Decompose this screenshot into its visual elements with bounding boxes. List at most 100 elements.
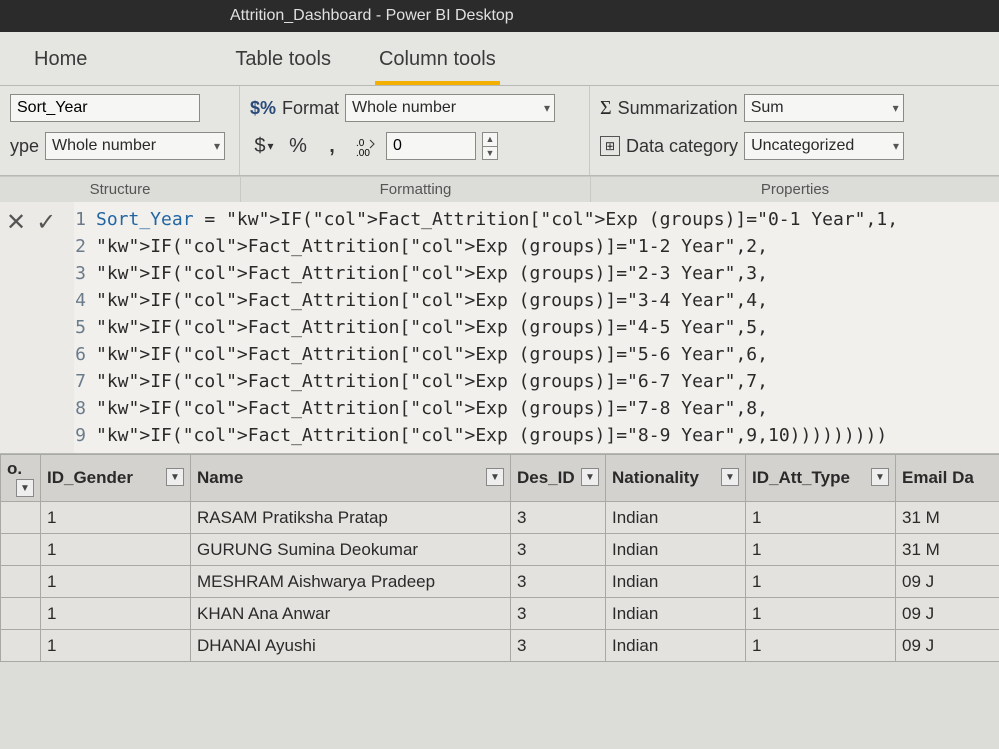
filter-icon[interactable]: ▼ [581, 468, 599, 486]
category-label: Data category [626, 136, 738, 157]
cell-nationality[interactable]: Indian [606, 502, 746, 534]
cell-email-date[interactable]: 09 J [896, 566, 999, 598]
cell-id-gender[interactable]: 1 [41, 630, 191, 662]
cell-name[interactable]: MESHRAM Aishwarya Pradeep [191, 566, 511, 598]
cell-id-gender[interactable]: 1 [41, 502, 191, 534]
decimals-input[interactable] [386, 132, 476, 160]
col-header-id-gender[interactable]: ID_Gender▼ [41, 455, 191, 502]
cell-email-date[interactable]: 31 M [896, 534, 999, 566]
commit-formula-button[interactable]: ✓ [36, 208, 56, 237]
cell-id-att-type[interactable]: 1 [746, 534, 896, 566]
summarization-value: Sum [751, 99, 784, 117]
datatype-label-fragment: ype [10, 136, 39, 157]
cell-name[interactable]: DHANAI Ayushi [191, 630, 511, 662]
cell-id-att-type[interactable]: 1 [746, 566, 896, 598]
cell-des-id[interactable]: 3 [511, 502, 606, 534]
column-name-input[interactable] [10, 94, 200, 122]
format-label: Format [282, 98, 339, 119]
formula-line[interactable]: 8"kw">IF("col">Fact_Attrition["col">Exp … [74, 395, 999, 422]
formula-line[interactable]: 5"kw">IF("col">Fact_Attrition["col">Exp … [74, 314, 999, 341]
datatype-select[interactable]: Whole number [45, 132, 225, 160]
summarization-select[interactable]: Sum [744, 94, 904, 122]
col-header-nationality[interactable]: Nationality▼ [606, 455, 746, 502]
data-grid-wrap: o.▼ ID_Gender▼ Name▼ Des_ID▼ Nationality… [0, 454, 999, 662]
format-select[interactable]: Whole number [345, 94, 555, 122]
line-number: 4 [74, 287, 96, 314]
table-row[interactable]: 1GURUNG Sumina Deokumar3Indian131 M [1, 534, 999, 566]
percent-button[interactable]: % [284, 132, 312, 160]
caption-structure: Structure [0, 177, 240, 202]
category-value: Uncategorized [751, 137, 854, 155]
cell-nationality[interactable]: Indian [606, 534, 746, 566]
line-number: 6 [74, 341, 96, 368]
formula-line[interactable]: 1Sort_Year = "kw">IF("col">Fact_Attritio… [74, 206, 999, 233]
formula-line[interactable]: 7"kw">IF("col">Fact_Attrition["col">Exp … [74, 368, 999, 395]
col-header-email-date[interactable]: Email Da [896, 455, 999, 502]
col-header-id-att-type[interactable]: ID_Att_Type▼ [746, 455, 896, 502]
cell-des-id[interactable]: 3 [511, 534, 606, 566]
cell-id-att-type[interactable]: 1 [746, 630, 896, 662]
filter-icon[interactable]: ▼ [16, 479, 34, 497]
format-percent-icon: $% [250, 98, 276, 119]
table-row[interactable]: 1DHANAI Ayushi3Indian109 J [1, 630, 999, 662]
cell-des-id[interactable]: 3 [511, 598, 606, 630]
col-header-des-id[interactable]: Des_ID▼ [511, 455, 606, 502]
decimals-spinner[interactable]: ▲▼ [482, 132, 498, 160]
cell-id-att-type[interactable]: 1 [746, 598, 896, 630]
cell-nationality[interactable]: Indian [606, 598, 746, 630]
filter-icon[interactable]: ▼ [871, 468, 889, 486]
cell-id-gender[interactable]: 1 [41, 566, 191, 598]
data-grid[interactable]: o.▼ ID_Gender▼ Name▼ Des_ID▼ Nationality… [0, 454, 999, 662]
cell-id-att-type[interactable]: 1 [746, 502, 896, 534]
decimals-icon: .0.00 [352, 132, 380, 160]
cell-no[interactable] [1, 534, 41, 566]
cell-name[interactable]: KHAN Ana Anwar [191, 598, 511, 630]
cell-nationality[interactable]: Indian [606, 566, 746, 598]
group-formatting: $% Format Whole number $▾ % , .0.00 ▲▼ [240, 86, 590, 175]
table-row[interactable]: 1RASAM Pratiksha Pratap3Indian131 M [1, 502, 999, 534]
cell-id-gender[interactable]: 1 [41, 534, 191, 566]
caption-properties: Properties [590, 177, 999, 202]
cell-email-date[interactable]: 09 J [896, 630, 999, 662]
tab-column-tools[interactable]: Column tools [375, 38, 500, 85]
formula-line[interactable]: 4"kw">IF("col">Fact_Attrition["col">Exp … [74, 287, 999, 314]
cell-des-id[interactable]: 3 [511, 566, 606, 598]
cell-no[interactable] [1, 630, 41, 662]
tab-table-tools[interactable]: Table tools [231, 38, 335, 85]
ribbon-body: ype Whole number $% Format Whole number … [0, 86, 999, 176]
line-number: 1 [74, 206, 96, 233]
cell-id-gender[interactable]: 1 [41, 598, 191, 630]
header-row: o.▼ ID_Gender▼ Name▼ Des_ID▼ Nationality… [1, 455, 999, 502]
currency-button[interactable]: $▾ [250, 132, 278, 160]
cell-name[interactable]: RASAM Pratiksha Pratap [191, 502, 511, 534]
formula-line[interactable]: 3"kw">IF("col">Fact_Attrition["col">Exp … [74, 260, 999, 287]
cell-name[interactable]: GURUNG Sumina Deokumar [191, 534, 511, 566]
cell-nationality[interactable]: Indian [606, 630, 746, 662]
cell-no[interactable] [1, 502, 41, 534]
col-header-no[interactable]: o.▼ [1, 455, 41, 502]
formula-editor[interactable]: 1Sort_Year = "kw">IF("col">Fact_Attritio… [74, 202, 999, 453]
cell-email-date[interactable]: 31 M [896, 502, 999, 534]
cell-no[interactable] [1, 598, 41, 630]
filter-icon[interactable]: ▼ [166, 468, 184, 486]
thousands-button[interactable]: , [318, 132, 346, 160]
format-value: Whole number [352, 99, 456, 117]
category-select[interactable]: Uncategorized [744, 132, 904, 160]
cell-email-date[interactable]: 09 J [896, 598, 999, 630]
formula-line[interactable]: 6"kw">IF("col">Fact_Attrition["col">Exp … [74, 341, 999, 368]
cell-no[interactable] [1, 566, 41, 598]
window-title: Attrition_Dashboard - Power BI Desktop [230, 7, 514, 25]
table-row[interactable]: 1MESHRAM Aishwarya Pradeep3Indian109 J [1, 566, 999, 598]
line-number: 7 [74, 368, 96, 395]
filter-icon[interactable]: ▼ [486, 468, 504, 486]
col-header-name[interactable]: Name▼ [191, 455, 511, 502]
cancel-formula-button[interactable]: ✕ [6, 208, 26, 237]
cell-des-id[interactable]: 3 [511, 630, 606, 662]
formula-line[interactable]: 2"kw">IF("col">Fact_Attrition["col">Exp … [74, 233, 999, 260]
ribbon-tabs: Home Table tools Column tools [0, 32, 999, 86]
formula-bar: ✕ ✓ 1Sort_Year = "kw">IF("col">Fact_Attr… [0, 202, 999, 454]
table-row[interactable]: 1KHAN Ana Anwar3Indian109 J [1, 598, 999, 630]
filter-icon[interactable]: ▼ [721, 468, 739, 486]
tab-home[interactable]: Home [30, 38, 91, 85]
formula-line[interactable]: 9"kw">IF("col">Fact_Attrition["col">Exp … [74, 422, 999, 449]
